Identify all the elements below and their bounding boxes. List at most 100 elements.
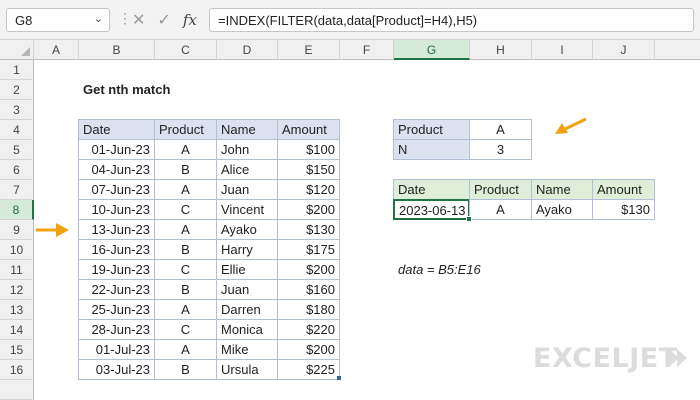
- column-header-a[interactable]: A: [34, 40, 79, 60]
- data-cell-date[interactable]: 10-Jun-23: [78, 199, 155, 220]
- column-header-f[interactable]: F: [340, 40, 394, 60]
- data-cell-date[interactable]: 01-Jun-23: [78, 139, 155, 160]
- named-range-note[interactable]: data = B5:E16: [394, 260, 554, 280]
- data-cell-name[interactable]: Alice: [216, 159, 278, 180]
- column-header-b[interactable]: B: [79, 40, 155, 60]
- data-cell-amount[interactable]: $225: [277, 359, 340, 380]
- data-cell-date[interactable]: 07-Jun-23: [78, 179, 155, 200]
- data-cell-amount[interactable]: $150: [277, 159, 340, 180]
- drag-handle-icon[interactable]: ⋮: [118, 10, 133, 27]
- n-input-label[interactable]: N: [393, 139, 470, 160]
- product-input-value[interactable]: A: [469, 119, 532, 140]
- confirm-icon[interactable]: ✓: [157, 10, 170, 30]
- column-header-i[interactable]: I: [532, 40, 593, 60]
- row-header-16[interactable]: 16: [0, 360, 34, 380]
- formula-input[interactable]: =INDEX(FILTER(data,data[Product]=H4),H5): [209, 8, 694, 32]
- data-cell-product[interactable]: C: [154, 259, 217, 280]
- cancel-icon[interactable]: ✕: [132, 10, 145, 30]
- data-cell-name[interactable]: Harry: [216, 239, 278, 260]
- chevron-down-icon[interactable]: ⌄: [94, 12, 103, 25]
- column-header-c[interactable]: C: [155, 40, 217, 60]
- row-header-7[interactable]: 7: [0, 180, 34, 200]
- data-cell-amount[interactable]: $220: [277, 319, 340, 340]
- row-header-10[interactable]: 10: [0, 240, 34, 260]
- row-header-8[interactable]: 8: [0, 200, 34, 220]
- data-header-amount[interactable]: Amount: [277, 119, 340, 140]
- select-all-corner[interactable]: [0, 40, 34, 60]
- data-header-product[interactable]: Product: [154, 119, 217, 140]
- data-cell-amount[interactable]: $175: [277, 239, 340, 260]
- data-cell-date[interactable]: 03-Jul-23: [78, 359, 155, 380]
- column-header-j[interactable]: J: [593, 40, 655, 60]
- data-cell-amount[interactable]: $180: [277, 299, 340, 320]
- data-cell-date[interactable]: 22-Jun-23: [78, 279, 155, 300]
- data-cell-name[interactable]: Ayako: [216, 219, 278, 240]
- data-cell-product[interactable]: A: [154, 299, 217, 320]
- data-cell-name[interactable]: Darren: [216, 299, 278, 320]
- column-header-h[interactable]: H: [470, 40, 532, 60]
- data-cell-product[interactable]: B: [154, 159, 217, 180]
- data-cell-name[interactable]: Ursula: [216, 359, 278, 380]
- data-cell-amount[interactable]: $160: [277, 279, 340, 300]
- data-cell-name[interactable]: Juan: [216, 179, 278, 200]
- result-cell-name[interactable]: Ayako: [531, 199, 593, 220]
- result-header-amount[interactable]: Amount: [592, 179, 655, 200]
- product-input-label[interactable]: Product: [393, 119, 470, 140]
- row-header-11[interactable]: 11: [0, 260, 34, 280]
- result-cell-amount[interactable]: $130: [592, 199, 655, 220]
- data-cell-product[interactable]: A: [154, 179, 217, 200]
- result-cell-product[interactable]: A: [469, 199, 532, 220]
- data-cell-name[interactable]: Ellie: [216, 259, 278, 280]
- row-header-13[interactable]: 13: [0, 300, 34, 320]
- row-header-4[interactable]: 4: [0, 120, 34, 140]
- data-cell-amount[interactable]: $120: [277, 179, 340, 200]
- function-icon[interactable]: fx: [183, 11, 197, 29]
- row-header-5[interactable]: 5: [0, 140, 34, 160]
- data-cell-date[interactable]: 13-Jun-23: [78, 219, 155, 240]
- data-cell-date[interactable]: 28-Jun-23: [78, 319, 155, 340]
- data-cell-date[interactable]: 19-Jun-23: [78, 259, 155, 280]
- data-cell-name[interactable]: Monica: [216, 319, 278, 340]
- row-header-2[interactable]: 2: [0, 80, 34, 100]
- row-header-6[interactable]: 6: [0, 160, 34, 180]
- data-cell-date[interactable]: 16-Jun-23: [78, 239, 155, 260]
- n-input-value[interactable]: 3: [469, 139, 532, 160]
- sheet-title[interactable]: Get nth match: [79, 80, 279, 100]
- data-cell-product[interactable]: A: [154, 139, 217, 160]
- data-cell-product[interactable]: B: [154, 239, 217, 260]
- row-header-1[interactable]: 1: [0, 60, 34, 80]
- data-cell-name[interactable]: Vincent: [216, 199, 278, 220]
- name-box[interactable]: G8 ⌄: [6, 8, 110, 32]
- data-cell-product[interactable]: C: [154, 199, 217, 220]
- column-header-e[interactable]: E: [278, 40, 340, 60]
- data-header-name[interactable]: Name: [216, 119, 278, 140]
- data-cell-product[interactable]: C: [154, 319, 217, 340]
- data-cell-product[interactable]: B: [154, 279, 217, 300]
- row-header-17[interactable]: [0, 380, 34, 400]
- result-header-date[interactable]: Date: [393, 179, 470, 200]
- fill-handle[interactable]: [466, 216, 472, 222]
- data-cell-name[interactable]: John: [216, 139, 278, 160]
- row-header-3[interactable]: 3: [0, 100, 34, 120]
- result-header-name[interactable]: Name: [531, 179, 593, 200]
- data-cell-date[interactable]: 01-Jul-23: [78, 339, 155, 360]
- result-header-product[interactable]: Product: [469, 179, 532, 200]
- data-cell-name[interactable]: Juan: [216, 279, 278, 300]
- result-cell-date[interactable]: 2023-06-13: [393, 199, 470, 220]
- row-header-14[interactable]: 14: [0, 320, 34, 340]
- data-cell-date[interactable]: 25-Jun-23: [78, 299, 155, 320]
- data-cell-amount[interactable]: $200: [277, 199, 340, 220]
- data-cell-amount[interactable]: $100: [277, 139, 340, 160]
- row-header-12[interactable]: 12: [0, 280, 34, 300]
- column-header-k[interactable]: [655, 40, 700, 60]
- data-cell-name[interactable]: Mike: [216, 339, 278, 360]
- row-header-15[interactable]: 15: [0, 340, 34, 360]
- data-cell-date[interactable]: 04-Jun-23: [78, 159, 155, 180]
- data-cell-product[interactable]: B: [154, 359, 217, 380]
- data-cell-product[interactable]: A: [154, 339, 217, 360]
- data-cell-amount[interactable]: $200: [277, 259, 340, 280]
- column-header-g[interactable]: G: [394, 40, 470, 60]
- column-header-d[interactable]: D: [217, 40, 278, 60]
- table-resize-handle[interactable]: [337, 376, 341, 380]
- data-cell-amount[interactable]: $130: [277, 219, 340, 240]
